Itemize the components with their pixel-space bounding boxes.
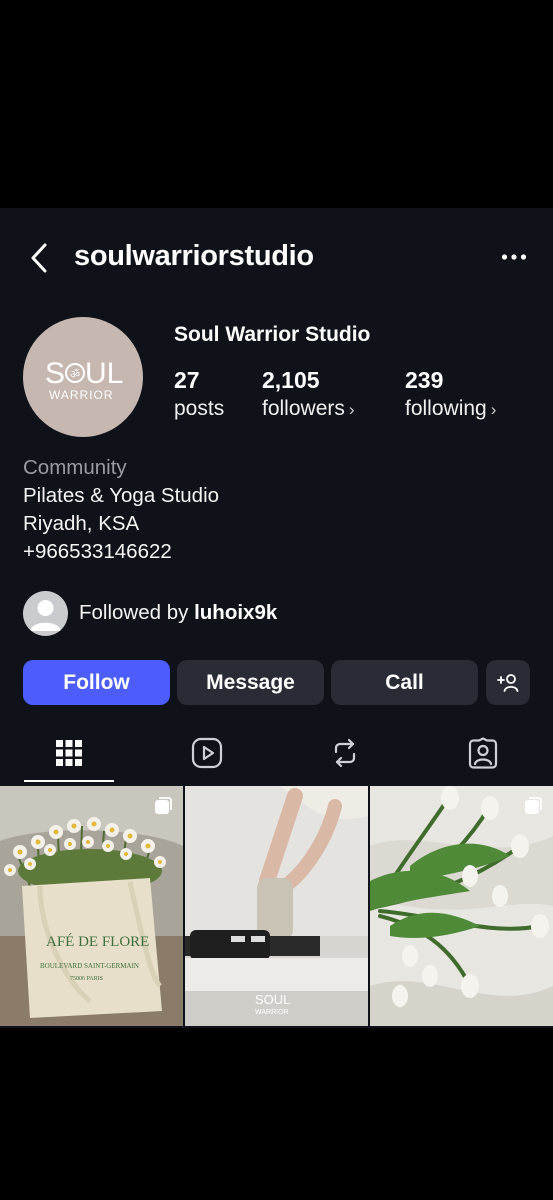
svg-text:BOULEVARD SAINT-GERMAIN: BOULEVARD SAINT-GERMAIN (40, 962, 139, 970)
grid-icon (56, 740, 82, 766)
add-person-icon (497, 673, 519, 692)
posts-count: 27 (174, 367, 200, 393)
svg-text:SOUL: SOUL (255, 992, 290, 1007)
profile-screen: soulwarriorstudio S ॐ UL WARRIOR Soul Wa… (0, 208, 553, 1028)
following-label: following (405, 397, 487, 420)
svg-text:AFÉ DE FLORE: AFÉ DE FLORE (46, 933, 149, 950)
post-thumbnail[interactable]: AFÉ DE FLORE BOULEVARD SAINT-GERMAIN 750… (0, 786, 183, 1026)
svg-text:S: S (45, 357, 65, 390)
profile-tabs (0, 724, 553, 784)
tagged-icon (468, 737, 498, 769)
followed-by-text: Followed by luhoix9k (79, 601, 278, 624)
back-button[interactable] (22, 238, 56, 278)
following-count: 239 (405, 367, 444, 393)
followed-by[interactable]: Followed by luhoix9k (23, 590, 277, 636)
reposts-icon (334, 738, 356, 768)
bio-line: Pilates & Yoga Studio (23, 484, 220, 507)
follow-button[interactable]: Follow (23, 660, 170, 705)
more-button[interactable] (494, 242, 534, 272)
white-tulips-image (370, 786, 553, 1026)
post-thumbnail[interactable] (370, 786, 553, 1026)
svg-text:UL: UL (85, 357, 123, 390)
tab-tagged[interactable] (438, 724, 528, 782)
tab-reels[interactable] (162, 724, 252, 782)
chevron-right-icon: › (348, 400, 355, 419)
more-horizontal-icon (501, 254, 527, 260)
tab-reposts[interactable] (300, 724, 390, 782)
profile-header: soulwarriorstudio (0, 208, 553, 308)
chevron-right-icon: › (490, 400, 497, 419)
bio-phone[interactable]: +966533146622 (23, 538, 219, 566)
daisies-tote-image: AFÉ DE FLORE BOULEVARD SAINT-GERMAIN 750… (0, 786, 183, 1026)
call-button[interactable]: Call (331, 660, 478, 705)
followers-stat[interactable]: 2,105 followers › (262, 366, 355, 425)
bio-category: Community (23, 456, 127, 479)
active-tab-indicator (24, 780, 114, 782)
posts-stat[interactable]: 27 posts (174, 366, 224, 424)
followed-by-user: luhoix9k (194, 601, 278, 624)
profile-username: soulwarriorstudio (74, 240, 314, 272)
message-button[interactable]: Message (177, 660, 324, 705)
followers-count: 2,105 (262, 367, 320, 393)
svg-text:ॐ: ॐ (70, 368, 80, 381)
follower-avatar (23, 590, 68, 636)
post-thumbnail[interactable]: SOUL WARRIOR (185, 786, 368, 1026)
bio-line: Riyadh, KSA (23, 512, 140, 535)
multiple-posts-icon (155, 797, 172, 814)
profile-avatar[interactable]: S ॐ UL WARRIOR (23, 317, 143, 437)
following-stat[interactable]: 239 following › (405, 366, 496, 425)
display-name: Soul Warrior Studio (174, 323, 371, 346)
multiple-posts-icon (525, 797, 542, 814)
pilates-reformer-image: SOUL WARRIOR (185, 786, 368, 1026)
default-user-icon (30, 599, 61, 631)
svg-text:WARRIOR: WARRIOR (49, 388, 114, 402)
profile-bio: Community Pilates & Yoga Studio Riyadh, … (23, 454, 219, 566)
followers-label: followers (262, 397, 345, 420)
suggest-people-button[interactable] (486, 660, 530, 705)
reels-icon (191, 737, 223, 769)
posts-grid: AFÉ DE FLORE BOULEVARD SAINT-GERMAIN 750… (0, 786, 553, 1026)
tab-grid[interactable] (24, 724, 114, 782)
chevron-left-icon (31, 243, 47, 273)
posts-label: posts (174, 397, 225, 420)
svg-text:75006 PARIS: 75006 PARIS (70, 976, 103, 982)
svg-text:WARRIOR: WARRIOR (255, 1009, 289, 1016)
soul-warrior-logo: S ॐ UL WARRIOR (45, 357, 123, 402)
